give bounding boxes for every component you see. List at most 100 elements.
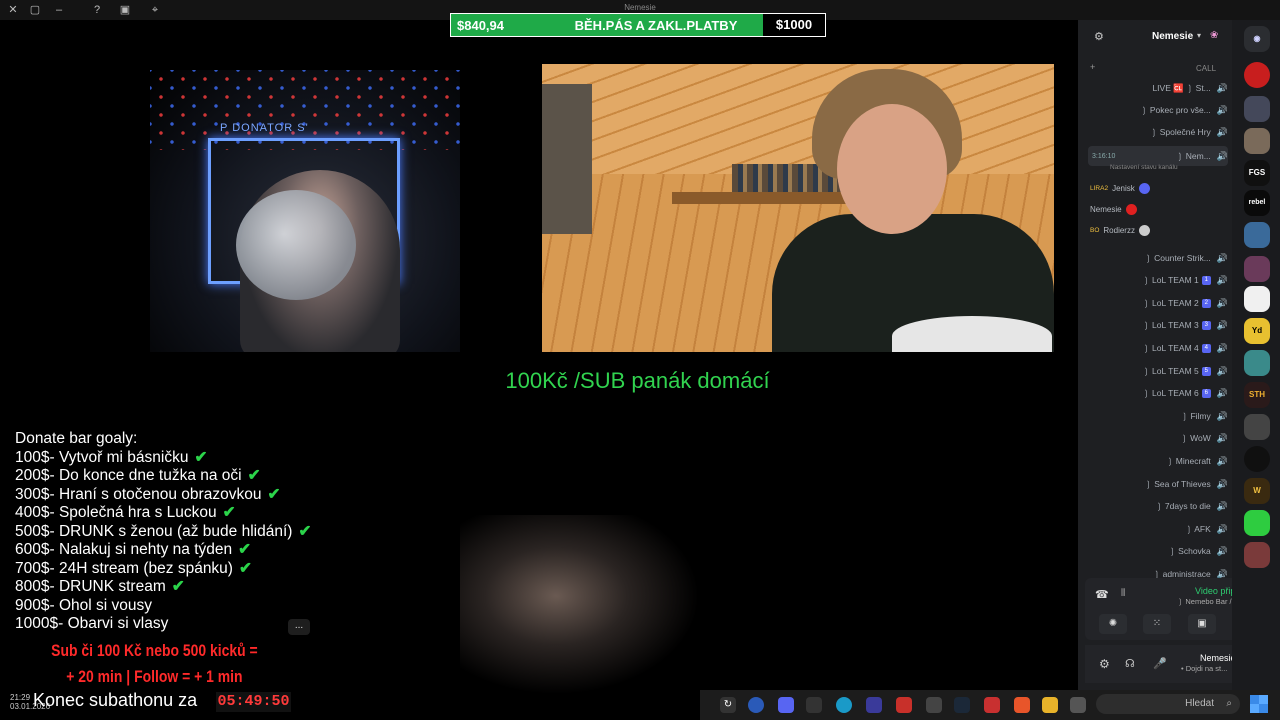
voice-channel-item[interactable]: ❳ 7days to die 🔊 [1088, 497, 1228, 517]
team-badge-icon: 3 [1201, 321, 1211, 331]
neon-sign: P DONATOR S' [220, 122, 309, 134]
voice-channel-item[interactable]: ❳ LoL TEAM 5 5 🔊 [1088, 361, 1228, 381]
voice-channel-item[interactable]: ❳ LoL TEAM 4 4 🔊 [1088, 338, 1228, 358]
speaker-icon: 🔊 [1216, 523, 1228, 534]
voice-channel-item[interactable]: ❳ Společné Hry 🔊 [1088, 122, 1228, 142]
check-icon: ✔ [238, 541, 252, 558]
add-channel-icon[interactable]: + [1090, 62, 1095, 72]
folder-icon[interactable] [1042, 697, 1058, 713]
help-icon[interactable]: ? [90, 3, 104, 17]
pin-app-icon[interactable] [896, 697, 912, 713]
server-icon[interactable] [1244, 446, 1270, 472]
voice-channel-item[interactable]: ❳ LoL TEAM 2 2 🔊 [1088, 293, 1228, 313]
user-name: Rodierzz [1103, 225, 1135, 235]
server-name: Nemesie [1152, 31, 1194, 42]
goal-text: 500$- DRUNK s ženou (až bude hlidání) [15, 522, 293, 540]
server-icon[interactable] [1244, 414, 1270, 440]
taskbar-search[interactable]: Hledat ⌕ [1096, 694, 1240, 714]
server-yd[interactable]: Yd [1244, 318, 1270, 344]
voice-channel-item[interactable]: ❳ Pokec pro vše... 🔊 [1088, 100, 1228, 120]
goal-text: 400$- Společná hra s Luckou [15, 504, 217, 521]
voice-channel-item[interactable]: ❳ Counter Strik... 🔊 [1088, 248, 1228, 268]
app-icon[interactable] [806, 697, 822, 713]
channel-label: ❳ Nem... [1176, 150, 1211, 161]
voice-channel-item[interactable]: ❳ LoL TEAM 3 3 🔊 [1088, 316, 1228, 336]
me-name: Nemesie [1200, 653, 1236, 663]
voice-channel-item[interactable]: ❳ Filmy 🔊 [1088, 406, 1228, 426]
server-icon[interactable] [1244, 62, 1270, 88]
server-fgs[interactable]: FGS [1244, 160, 1270, 186]
server-icon[interactable] [1244, 542, 1270, 568]
minimize-icon[interactable]: – [52, 3, 66, 17]
brave-icon[interactable] [1014, 697, 1030, 713]
channel-label: ❳ LoL TEAM 5 [1142, 365, 1199, 376]
microphone-icon[interactable]: 🎤 [1153, 657, 1167, 670]
windows-start-icon[interactable] [1250, 695, 1268, 713]
voice-user[interactable]: BO Rodierzz [1090, 221, 1208, 239]
discord-server-header[interactable]: ⚙ Nemesie ▾ ❀ [1082, 26, 1230, 50]
window-switch-icon[interactable] [1070, 697, 1086, 713]
voice-channel-item[interactable]: ❳ WoW 🔊 [1088, 429, 1228, 449]
recorder-icon[interactable] [984, 697, 1000, 713]
voice-channel-item[interactable]: LIVE 🆑 ❳ St... 🔊 [1088, 78, 1228, 98]
screen-share-button[interactable]: ▣ [1188, 614, 1216, 634]
server-icon[interactable] [1244, 96, 1270, 122]
goal-item: 100$- Vytvoř mi básničku ✔ [15, 449, 345, 468]
me-status: • Dojdi na st... [1181, 664, 1228, 673]
more-button[interactable]: ... [288, 619, 310, 635]
check-icon: ✔ [247, 467, 261, 484]
server-icon[interactable] [1244, 286, 1270, 312]
voice-channel-item[interactable]: ❳ AFK 🔊 [1088, 519, 1228, 539]
user-tag: LIRA2 [1090, 184, 1109, 192]
server-wow[interactable]: W [1244, 478, 1270, 504]
voice-channel-item[interactable]: ❳ LoL TEAM 6 6 🔊 [1088, 384, 1228, 404]
refresh-icon[interactable]: ↻ [720, 697, 736, 713]
voice-channel-item[interactable]: ❳ Schovka 🔊 [1088, 542, 1228, 562]
server-icon[interactable] [1244, 222, 1270, 248]
pin-icon[interactable]: ⌖ [148, 3, 162, 17]
white-bowl [892, 316, 1052, 352]
server-rebel[interactable]: rebel [1244, 190, 1270, 216]
server-icon[interactable] [1244, 256, 1270, 282]
settings-gear-icon[interactable]: ⚙ [1099, 657, 1110, 671]
power-icon[interactable] [836, 697, 852, 713]
channel-status[interactable]: Nastavení stavu kanálu [1110, 164, 1178, 171]
voice-user[interactable]: Nemesie [1090, 200, 1208, 218]
speaker-icon: 🔊 [1216, 478, 1228, 489]
room-window [542, 84, 592, 234]
noise-suppression-icon[interactable]: ⫴ [1121, 588, 1125, 599]
window-icon[interactable]: ▣ [118, 3, 132, 17]
close-icon[interactable]: ✕ [6, 3, 20, 17]
webcam-left: P DONATOR S' [150, 70, 460, 352]
check-icon: ✔ [267, 485, 281, 503]
maximize-icon[interactable]: ▢ [28, 3, 42, 17]
server-icon[interactable] [1244, 350, 1270, 376]
apps-button[interactable]: ⁙ [1143, 614, 1171, 634]
headphones-icon[interactable]: ☊ [1125, 657, 1135, 670]
voice-channel-item[interactable]: ❳ Minecraft 🔊 [1088, 451, 1228, 471]
check-icon: ✔ [222, 504, 236, 521]
server-sth[interactable]: STH [1244, 382, 1270, 408]
steam-icon[interactable] [954, 697, 970, 713]
channel-label: ❳ Filmy [1180, 410, 1211, 421]
diamond-icon[interactable] [866, 697, 882, 713]
donation-goal: $1000 [763, 14, 825, 36]
voice-channel-item[interactable]: ❳ LoL TEAM 1 1 🔊 [1088, 271, 1228, 291]
phone-icon[interactable]: ☎ [1095, 588, 1109, 601]
wood-shelf [672, 192, 852, 204]
discord-icon[interactable] [778, 697, 794, 713]
gear-icon[interactable] [926, 697, 942, 713]
channel-label: ❳ LoL TEAM 3 [1142, 320, 1199, 331]
speaker-icon: 🔊 [1216, 297, 1228, 308]
server-boost-icon[interactable]: ⚙ [1094, 30, 1104, 43]
voice-channel-item[interactable]: ❳ Nem... 🔊 3:16:10 [1088, 146, 1228, 166]
obs-icon[interactable] [748, 697, 764, 713]
activity-button[interactable]: ✺ [1099, 614, 1127, 634]
avatar [1138, 224, 1150, 236]
server-icon[interactable] [1244, 128, 1270, 154]
voice-channel-item[interactable]: ❳ Sea of Thieves 🔊 [1088, 474, 1228, 494]
discord-home-icon[interactable]: ◉ [1244, 26, 1270, 52]
server-icon[interactable] [1244, 510, 1270, 536]
promo-line-2: + 20 min | Follow = + 1 min [66, 667, 243, 686]
voice-user[interactable]: LIRA2 Jenisk [1090, 179, 1208, 197]
